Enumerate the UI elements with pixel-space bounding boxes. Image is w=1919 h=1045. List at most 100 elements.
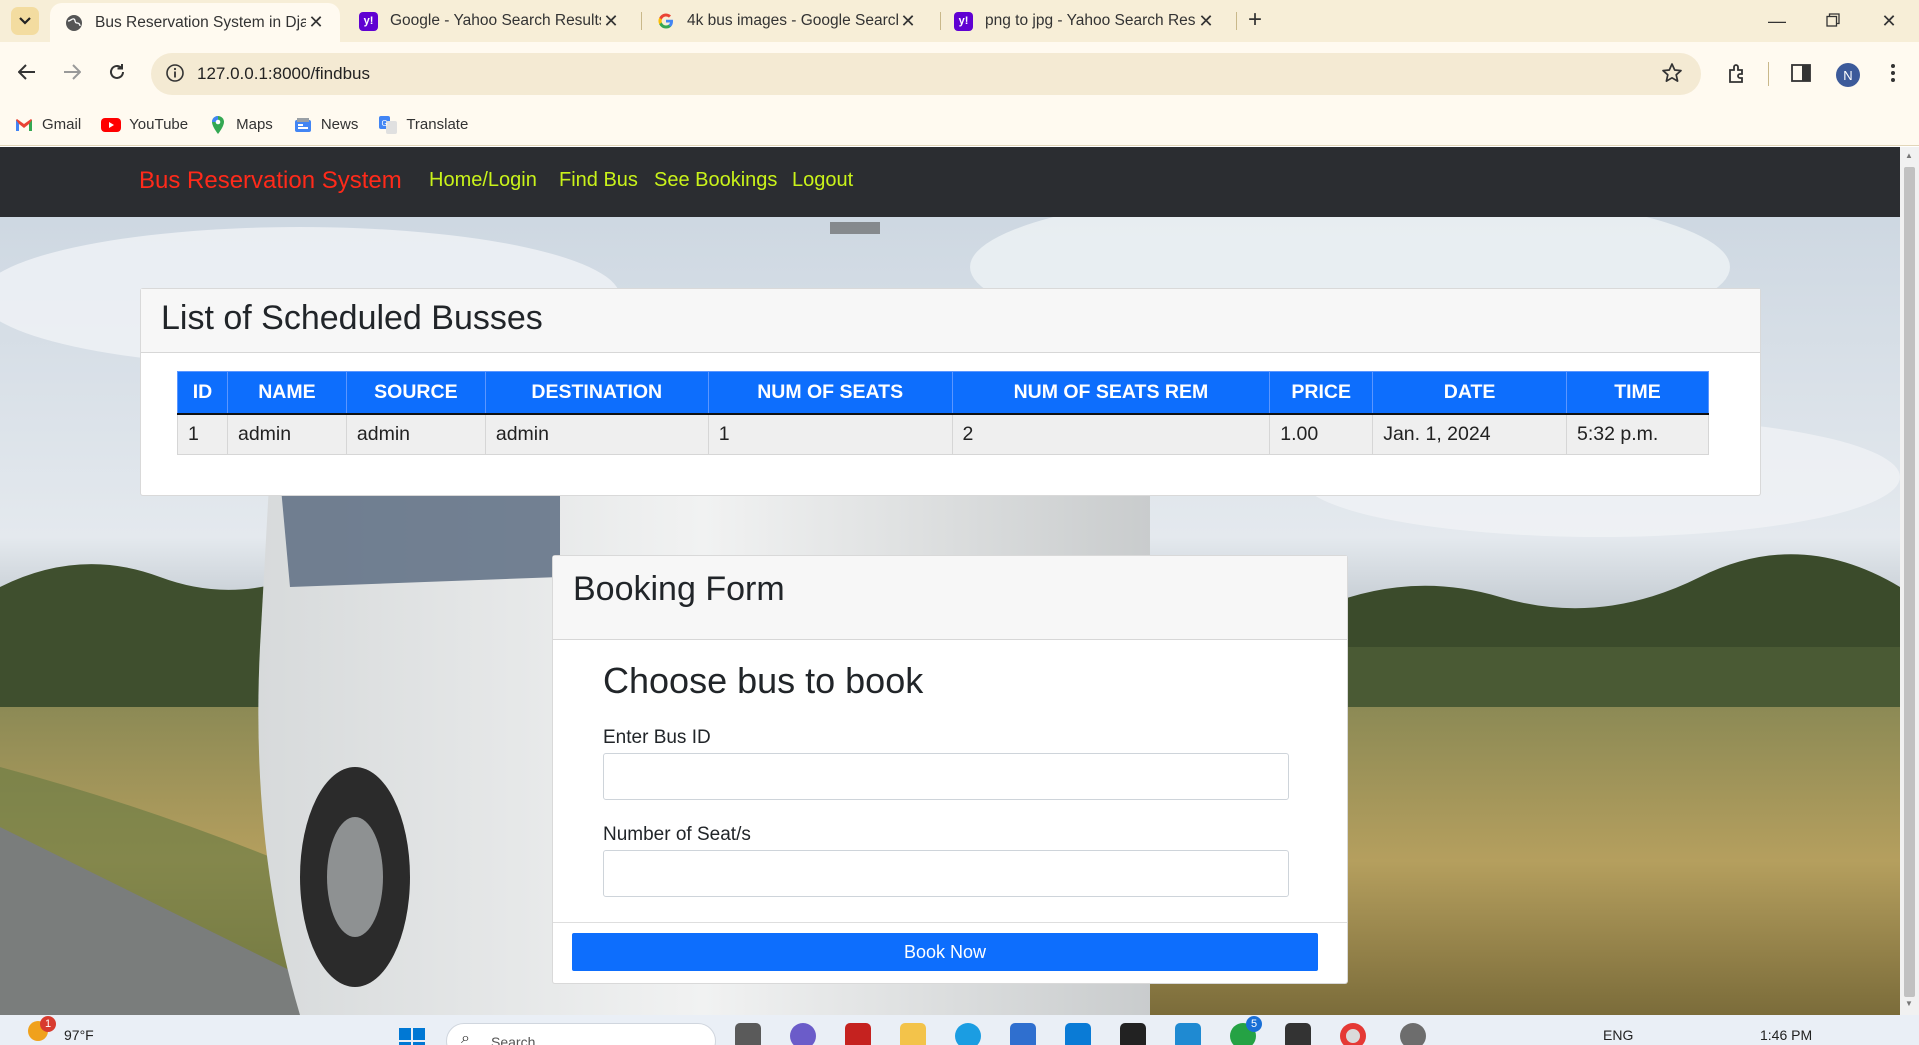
yahoo-icon: y! (359, 11, 378, 31)
bookmark-gmail[interactable]: Gmail (14, 116, 81, 133)
column-header: SOURCE (345, 371, 486, 415)
file-explorer-icon[interactable] (900, 1023, 926, 1045)
scrollbar-thumb[interactable] (1904, 167, 1915, 997)
url-text: 127.0.0.1:8000/findbus (197, 64, 370, 83)
table-cell: admin (484, 413, 709, 455)
weather-temp[interactable]: 97°F (64, 1027, 94, 1043)
tab-bus-reservation[interactable]: Bus Reservation System in Djan ✕ (50, 3, 340, 42)
gmail-app-icon[interactable] (845, 1023, 871, 1045)
translate-icon: G (378, 115, 398, 134)
restore-button[interactable] (1818, 8, 1848, 34)
yahoo-icon: y! (954, 11, 973, 31)
close-icon[interactable]: ✕ (601, 11, 621, 32)
outlook-icon[interactable] (1065, 1023, 1091, 1045)
site-info-icon[interactable] (165, 63, 185, 88)
nav-see-bookings[interactable]: See Bookings (654, 169, 777, 192)
language-indicator[interactable]: ENG (1603, 1027, 1633, 1043)
windows-start-icon[interactable] (398, 1027, 426, 1045)
globe-icon (64, 13, 83, 32)
profile-avatar[interactable]: N (1836, 63, 1860, 87)
edge-icon[interactable] (955, 1023, 981, 1045)
table-cell: 2 (951, 413, 1271, 455)
bookmark-label: News (320, 116, 359, 133)
close-icon[interactable]: ✕ (898, 11, 918, 32)
column-header: PRICE (1269, 371, 1374, 415)
table-cell: 5:32 p.m. (1566, 413, 1709, 455)
bookmark-youtube[interactable]: YouTube (101, 116, 188, 133)
clock-time[interactable]: 1:46 PM (1760, 1027, 1812, 1043)
page-scrollbar[interactable]: ▲ ▼ (1900, 147, 1919, 1015)
svg-text:G: G (382, 119, 388, 128)
bookmark-translate[interactable]: G Translate (378, 115, 468, 134)
schedule-card-header: List of Scheduled Busses (141, 289, 1760, 353)
settings-icon[interactable] (1400, 1023, 1426, 1045)
extensions-icon[interactable] (1722, 58, 1752, 88)
table-cell: 1 (707, 413, 953, 455)
column-header: NUM OF SEATS (707, 371, 953, 415)
bookmark-label: Maps (236, 116, 273, 133)
tab-png-to-jpg[interactable]: y! png to jpg - Yahoo Search Resu ✕ (940, 0, 1230, 42)
restore-icon (1826, 13, 1840, 27)
store-icon[interactable] (1010, 1023, 1036, 1045)
form-divider (553, 922, 1347, 923)
table-cell: admin (226, 413, 347, 455)
bookmark-maps[interactable]: Maps (208, 115, 273, 134)
table-header-row: ID NAME SOURCE DESTINATION NUM OF SEATS … (177, 371, 1709, 415)
bookmark-label: Gmail (42, 116, 82, 133)
book-now-button[interactable]: Book Now (572, 933, 1318, 971)
schedule-table: ID NAME SOURCE DESTINATION NUM OF SEATS … (177, 371, 1709, 455)
bus-id-input[interactable] (603, 753, 1289, 800)
windows-taskbar: 1 97°F ⌕ Search 5 ENG 1:46 PM (0, 1015, 1919, 1045)
toolbar-divider (1768, 62, 1769, 86)
chrome-icon[interactable] (1340, 1023, 1366, 1045)
new-tab-button[interactable]: + (1242, 8, 1268, 34)
nav-logout[interactable]: Logout (792, 169, 853, 192)
column-header: DESTINATION (484, 371, 709, 415)
reload-button[interactable] (103, 58, 131, 86)
news-icon (293, 117, 313, 133)
table-cell: 1.00 (1269, 413, 1374, 455)
bookmark-news[interactable]: News (293, 116, 359, 133)
vscode-icon[interactable] (1175, 1023, 1201, 1045)
column-header: NUM OF SEATS REM (951, 371, 1271, 415)
nav-home-login[interactable]: Home/Login (429, 169, 537, 192)
nav-find-bus[interactable]: Find Bus (559, 169, 638, 192)
close-window-button[interactable]: ✕ (1874, 8, 1904, 34)
tab-4k-bus-images[interactable]: 4k bus images - Google Search ✕ (642, 0, 932, 42)
taskbar-search-box[interactable]: ⌕ Search (446, 1023, 716, 1045)
search-placeholder: Search (491, 1034, 536, 1045)
tab-strip: Bus Reservation System in Djan ✕ y! Goog… (0, 0, 1919, 42)
more-menu-icon[interactable] (1878, 58, 1908, 88)
minimize-button[interactable]: — (1762, 8, 1792, 34)
google-icon (656, 12, 675, 31)
forward-button[interactable] (58, 58, 86, 86)
weather-badge: 1 (40, 1016, 56, 1032)
bookmarks-bar: Gmail YouTube Maps News G Translate (0, 104, 1919, 146)
star-icon[interactable] (1661, 62, 1683, 89)
maps-icon (208, 115, 228, 134)
site-brand[interactable]: Bus Reservation System (139, 167, 402, 195)
reload-icon (110, 64, 124, 79)
back-button[interactable] (13, 58, 41, 86)
seats-input[interactable] (603, 850, 1289, 897)
whatsapp-badge: 5 (1246, 1016, 1262, 1032)
close-icon[interactable]: ✕ (306, 12, 326, 33)
page-viewport: Bus Reservation System Home/Login Find B… (0, 147, 1900, 1015)
browser-toolbar: 127.0.0.1:8000/findbus (0, 42, 1919, 104)
table-cell: admin (345, 413, 486, 455)
tab-search-button[interactable] (11, 7, 39, 35)
task-view-icon[interactable] (735, 1023, 761, 1045)
booking-header-title: Booking Form (573, 570, 785, 608)
booking-form-title: Choose bus to book (603, 660, 924, 701)
close-icon[interactable]: ✕ (1196, 11, 1216, 32)
address-bar[interactable]: 127.0.0.1:8000/findbus (151, 53, 1701, 95)
seats-label: Number of Seat/s (603, 824, 751, 845)
tab-google-yahoo[interactable]: y! Google - Yahoo Search Results ✕ (345, 0, 635, 42)
github-icon[interactable] (1120, 1023, 1146, 1045)
scroll-up-icon[interactable]: ▲ (1905, 151, 1913, 160)
side-panel-icon[interactable] (1786, 58, 1816, 88)
schedule-title: List of Scheduled Busses (161, 299, 543, 337)
teams-icon[interactable] (790, 1023, 816, 1045)
terminal-icon[interactable] (1285, 1023, 1311, 1045)
scroll-down-icon[interactable]: ▼ (1905, 999, 1913, 1008)
